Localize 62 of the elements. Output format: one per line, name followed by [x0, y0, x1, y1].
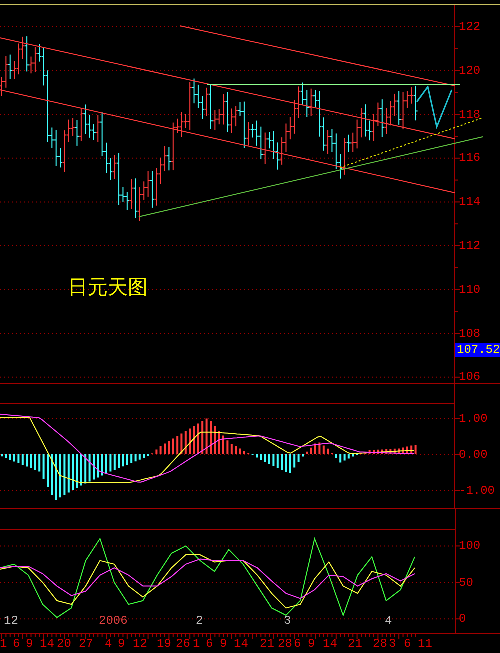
- tick-mark: [454, 26, 460, 50]
- date-axis-label: 14: [234, 638, 248, 650]
- date-axis-label: 6: [13, 638, 20, 650]
- date-axis-label: 6: [206, 638, 214, 650]
- price-axis-label: 110: [459, 284, 481, 296]
- date-axis-label: 9: [26, 638, 34, 650]
- month-label: 12: [4, 615, 18, 627]
- date-axis-label: 20: [57, 638, 72, 650]
- price-axis-label: 106: [459, 371, 481, 384]
- tick-mark: [454, 246, 460, 268]
- tick-mark: [454, 546, 460, 547]
- date-axis-label: 28: [278, 638, 292, 650]
- date-axis-label: 6: [294, 638, 302, 650]
- tick-mark: [454, 490, 460, 492]
- date-axis-label: 9: [220, 638, 228, 650]
- macd-axis-label: 0.00: [459, 449, 488, 461]
- month-label: 4: [385, 615, 392, 627]
- current-price-badge: 107.52: [455, 343, 500, 357]
- date-axis-label: 21: [260, 638, 274, 650]
- tick-mark: [454, 202, 460, 225]
- forecast-line: [416, 85, 453, 130]
- date-axis-label: 28: [373, 638, 388, 650]
- tick-mark: [454, 289, 460, 312]
- month-label: 2: [196, 615, 204, 627]
- date-axis-label: 12: [133, 638, 148, 650]
- price-axis-label: 116: [459, 152, 481, 164]
- date-axis-label: 6: [404, 638, 412, 650]
- price-axis-label: 114: [459, 196, 481, 208]
- kdj-axis-label: 0: [459, 613, 466, 626]
- chart-title: 日元天图: [68, 274, 148, 301]
- price-axis-label: 120: [459, 64, 481, 77]
- date-axis-label: 21: [348, 638, 362, 650]
- macd-axis-label: 1.00: [459, 413, 488, 425]
- price-axis-label: 118: [459, 108, 481, 121]
- date-axis-label: 26: [176, 638, 190, 650]
- tick-mark: [454, 114, 460, 137]
- tick-mark: [454, 418, 460, 420]
- date-axis-label: 14: [323, 638, 338, 650]
- kdj-axis-label: 100: [459, 540, 481, 552]
- tick-mark: [454, 454, 460, 456]
- price-axis-label: 112: [459, 240, 481, 252]
- tick-mark: [454, 70, 460, 94]
- price-axis-label: 108: [459, 328, 481, 340]
- date-axis-label: 1: [193, 638, 200, 650]
- date-axis-label: 3: [389, 638, 396, 650]
- date-axis-label: 19: [157, 638, 172, 650]
- tick-mark: [454, 618, 460, 620]
- date-axis-label: 14: [40, 638, 54, 650]
- tick-mark: [454, 158, 460, 181]
- date-axis-label: 9: [118, 638, 126, 650]
- date-axis-label: 27: [79, 638, 94, 650]
- tick-mark: [454, 582, 460, 584]
- month-label: 3: [284, 615, 292, 627]
- price-axis-label: 122: [459, 21, 481, 33]
- date-axis-label: 11: [418, 638, 432, 650]
- macd-axis-label: -1.00: [459, 485, 496, 497]
- month-label: 2006: [99, 615, 128, 627]
- date-axis-label: 1: [0, 638, 8, 650]
- tick-mark: [454, 376, 460, 378]
- kdj-axis-label: 50: [459, 576, 474, 589]
- date-axis-label: 9: [308, 638, 316, 650]
- date-axis-label: 4: [105, 638, 112, 650]
